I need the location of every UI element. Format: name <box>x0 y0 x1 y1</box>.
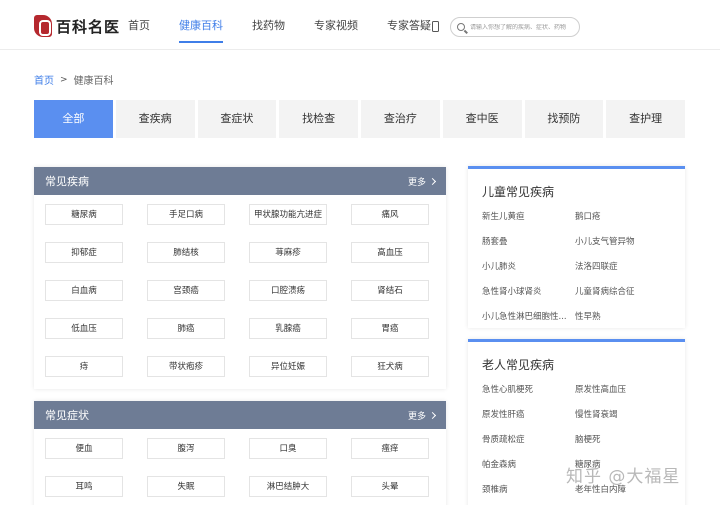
disease-chip[interactable]: 胃癌 <box>351 318 429 339</box>
tab-tcm[interactable]: 查中医 <box>442 100 522 138</box>
disease-chip[interactable]: 异位妊娠 <box>249 356 327 377</box>
common-symptoms-title: 常见症状 <box>45 409 89 422</box>
list-item[interactable]: 小儿支气管异物 <box>575 230 675 255</box>
tab-treatments[interactable]: 查治疗 <box>361 100 440 138</box>
disease-chip[interactable]: 肾结石 <box>351 280 429 301</box>
breadcrumb: 首页 > 健康百科 <box>34 72 114 88</box>
breadcrumb-current: 健康百科 <box>73 76 114 87</box>
logo-seal-icon <box>34 15 52 37</box>
children-diseases-panel: 儿童常见疾病 新生儿黄疸 鹅口疮 肠套叠 小儿支气管异物 小儿肺炎 法洛四联症 … <box>468 166 685 328</box>
disease-chip[interactable]: 甲状腺功能亢进症 <box>249 204 327 225</box>
chevron-right-icon <box>428 177 437 185</box>
children-diseases-list: 新生儿黄疸 鹅口疮 肠套叠 小儿支气管异物 小儿肺炎 法洛四联症 急性肾小球肾炎… <box>468 205 685 330</box>
list-item[interactable]: 小儿肺炎 <box>482 255 575 280</box>
list-item[interactable]: 帕金森病 <box>482 453 575 478</box>
disease-chip[interactable]: 带状疱疹 <box>147 356 225 377</box>
search-input[interactable] <box>470 23 579 31</box>
more-label: 更多 <box>407 411 426 422</box>
nav-home[interactable]: 首页 <box>128 0 150 50</box>
disease-chip[interactable]: 肺结核 <box>147 242 225 263</box>
disease-chip[interactable]: 口腔溃疡 <box>249 280 327 301</box>
breadcrumb-chevron-icon: > <box>60 74 68 85</box>
symptom-chip[interactable]: 便血 <box>45 438 123 459</box>
logo-text: 百科名医 <box>56 17 121 36</box>
more-label: 更多 <box>407 177 426 188</box>
disease-chip[interactable]: 宫颈癌 <box>147 280 225 301</box>
disease-chip[interactable]: 糖尿病 <box>45 204 123 225</box>
common-symptoms-card: 常见症状 更多 便血 腹泻 口臭 瘙痒 耳鸣 失眠 淋巴结肿大 头晕 <box>34 401 446 505</box>
list-item[interactable]: 肠套叠 <box>482 230 575 255</box>
chevron-right-icon <box>428 411 437 419</box>
list-item[interactable]: 性早熟 <box>575 305 675 330</box>
tab-diseases[interactable]: 查疾病 <box>115 100 195 138</box>
list-item[interactable]: 小儿急性淋巴细胞性... <box>482 305 575 330</box>
common-symptoms-grid: 便血 腹泻 口臭 瘙痒 耳鸣 失眠 淋巴结肿大 头晕 <box>34 429 446 497</box>
list-item[interactable]: 脑梗死 <box>575 428 675 453</box>
disease-chip[interactable]: 高血压 <box>351 242 429 263</box>
list-item[interactable]: 原发性高血压 <box>575 378 675 403</box>
nav-expert-qa[interactable]: 专家答疑 <box>387 0 431 50</box>
tab-nursing[interactable]: 查护理 <box>606 100 685 138</box>
disease-chip[interactable]: 荨麻疹 <box>249 242 327 263</box>
disease-chip[interactable]: 手足口病 <box>147 204 225 225</box>
zhihu-watermark: 知乎 @大福星 <box>566 467 681 487</box>
category-tabs: 全部 查疾病 查症状 找检查 查治疗 查中医 找预防 查护理 <box>34 100 685 138</box>
symptom-chip[interactable]: 瘙痒 <box>351 438 429 459</box>
disease-chip[interactable]: 痛风 <box>351 204 429 225</box>
list-item[interactable]: 骨质疏松症 <box>482 428 575 453</box>
common-diseases-grid: 糖尿病 手足口病 甲状腺功能亢进症 痛风 抑郁症 肺结核 荨麻疹 高血压 白血病… <box>34 195 446 377</box>
main-nav: 首页 健康百科 找药物 专家视频 专家答疑 <box>128 0 460 50</box>
children-diseases-title: 儿童常见疾病 <box>482 185 555 199</box>
symptom-chip[interactable]: 淋巴结肿大 <box>249 476 327 497</box>
common-diseases-card: 常见疾病 更多 糖尿病 手足口病 甲状腺功能亢进症 痛风 抑郁症 肺结核 荨麻疹… <box>34 167 446 389</box>
disease-chip[interactable]: 抑郁症 <box>45 242 123 263</box>
search-icon[interactable] <box>457 23 465 31</box>
list-item[interactable]: 急性肾小球肾炎 <box>482 280 575 305</box>
tab-all[interactable]: 全部 <box>34 100 113 138</box>
breadcrumb-home[interactable]: 首页 <box>34 72 54 87</box>
elderly-diseases-title: 老人常见疾病 <box>482 358 555 372</box>
tab-symptoms[interactable]: 查症状 <box>197 100 277 138</box>
site-logo[interactable]: 百科名医 <box>34 14 120 38</box>
disease-chip[interactable]: 乳腺癌 <box>249 318 327 339</box>
list-item[interactable]: 慢性肾衰竭 <box>575 403 675 428</box>
search-box[interactable] <box>450 17 580 37</box>
nav-health-wiki[interactable]: 健康百科 <box>179 0 223 50</box>
common-diseases-title: 常见疾病 <box>45 175 89 188</box>
nav-expert-video[interactable]: 专家视频 <box>314 0 358 50</box>
common-symptoms-header: 常见症状 更多 <box>34 401 446 429</box>
symptom-chip[interactable]: 腹泻 <box>147 438 225 459</box>
disease-chip[interactable]: 肺癌 <box>147 318 225 339</box>
disease-chip[interactable]: 低血压 <box>45 318 123 339</box>
site-header: 百科名医 首页 健康百科 找药物 专家视频 专家答疑 <box>0 0 720 50</box>
symptom-chip[interactable]: 口臭 <box>249 438 327 459</box>
list-item[interactable]: 儿童肾病综合征 <box>575 280 675 305</box>
tab-exams[interactable]: 找检查 <box>279 100 358 138</box>
common-symptoms-more-link[interactable]: 更多 <box>407 409 437 422</box>
common-diseases-header: 常见疾病 更多 <box>34 167 446 195</box>
list-item[interactable]: 急性心肌梗死 <box>482 378 575 403</box>
common-diseases-more-link[interactable]: 更多 <box>407 175 437 188</box>
disease-chip[interactable]: 白血病 <box>45 280 123 301</box>
symptom-chip[interactable]: 失眠 <box>147 476 225 497</box>
disease-chip[interactable]: 狂犬病 <box>351 356 429 377</box>
list-item[interactable]: 颈椎病 <box>482 478 575 503</box>
nav-find-medicine[interactable]: 找药物 <box>252 0 285 50</box>
list-item[interactable]: 法洛四联症 <box>575 255 675 280</box>
disease-chip[interactable]: 痔 <box>45 356 123 377</box>
symptom-chip[interactable]: 头晕 <box>351 476 429 497</box>
tab-prevention[interactable]: 找预防 <box>524 100 604 138</box>
symptom-chip[interactable]: 耳鸣 <box>45 476 123 497</box>
list-item[interactable]: 原发性肝癌 <box>482 403 575 428</box>
mobile-phone-icon[interactable] <box>432 21 439 32</box>
list-item[interactable]: 鹅口疮 <box>575 205 675 230</box>
list-item[interactable]: 新生儿黄疸 <box>482 205 575 230</box>
